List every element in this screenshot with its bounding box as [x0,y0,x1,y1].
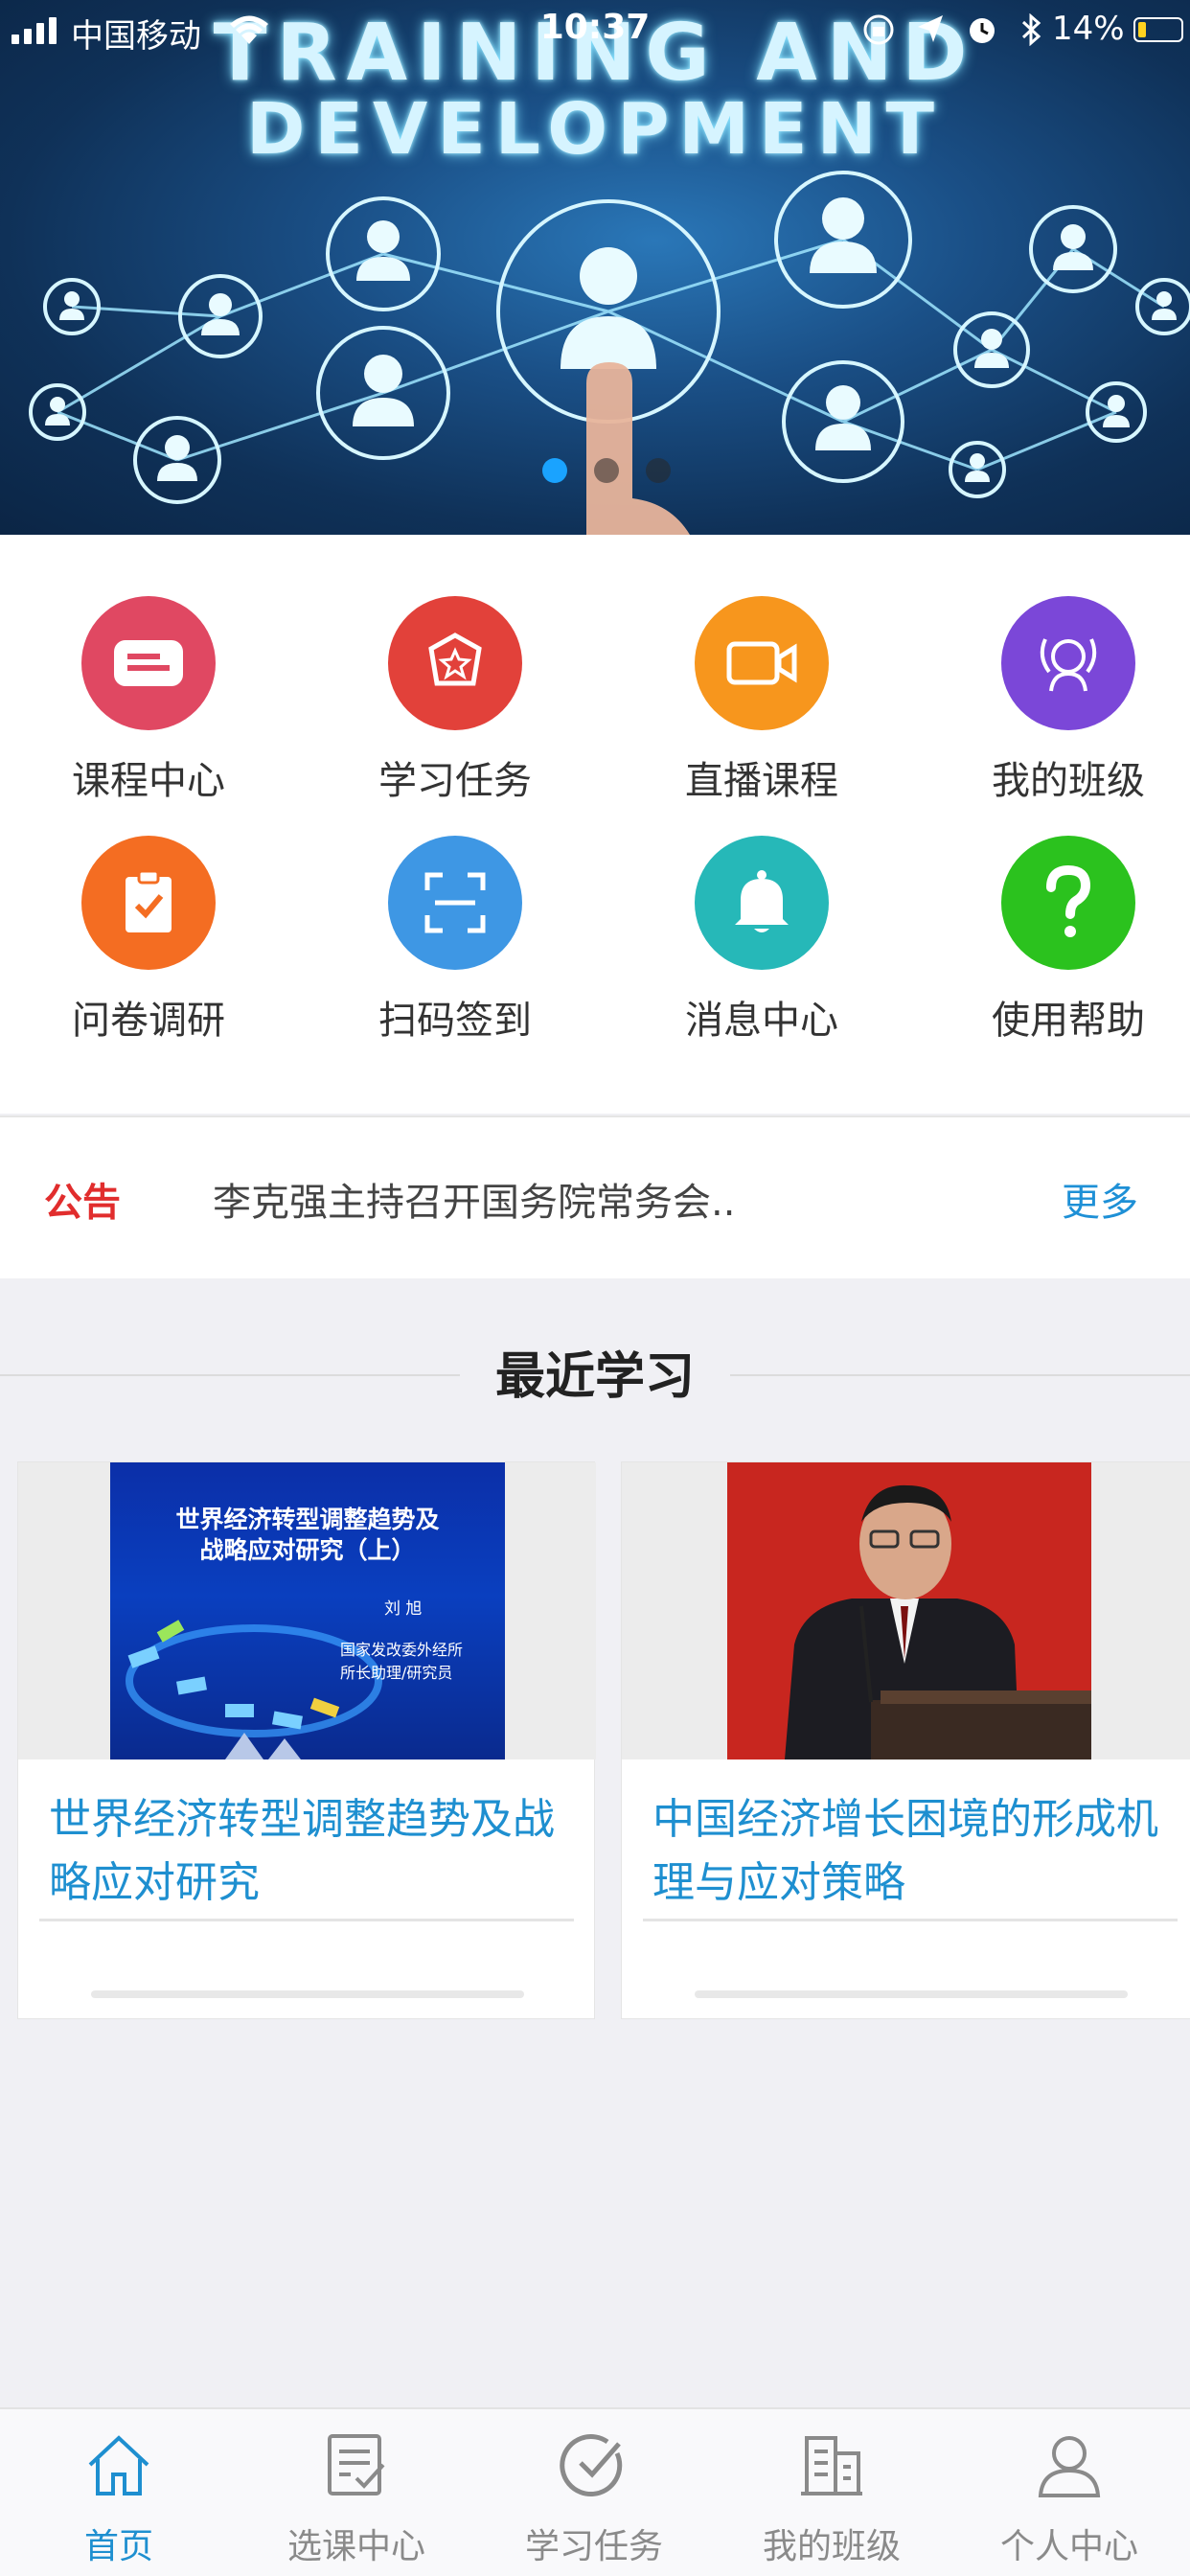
tab-course-select[interactable]: 选课中心 [238,2409,475,2576]
my-class-icon [1001,596,1135,730]
course-select-icon [328,2434,385,2496]
person-icon [1038,2436,1101,2497]
section-title: 最近学习 [466,1336,723,1408]
grid-item-survey[interactable]: 问卷调研 [0,836,297,1075]
rotation-lock-icon [863,14,894,45]
app-root: { "status_bar": { "carrier": "中国移动", "ti… [0,0,1190,2576]
tab-label: 个人中心 [999,2527,1138,2566]
slide-title-line2: 战略应对研究（上） [199,1536,416,1564]
grid-item-learning-task[interactable]: 学习任务 [307,596,604,836]
bottom-tab-bar: 首页 选课中心 学习任务 我的班级 个人中心 [0,2407,1190,2576]
grid-label: 我的班级 [992,759,1145,803]
grid-label: 课程中心 [72,759,225,803]
slide-thumbnail: 世界经济转型调整趋势及 战略应对研究（上） 刘 旭 国家发改委外经所 所长助理/… [110,1462,505,1760]
grid-label: 扫码签到 [378,999,532,1043]
feature-grid: 课程中心 学习任务 直播课程 我的班级 问卷调研 扫码签到 消息中心 使用帮助 [0,535,1190,1114]
section-header: 最近学习 [0,1336,1190,1408]
course-title: 中国经济增长困境的形成机理与应对策略 [652,1795,1158,1907]
grid-label: 学习任务 [378,759,532,803]
grid-item-course-center[interactable]: 课程中心 [0,596,297,836]
tab-label: 首页 [83,2527,153,2566]
tab-label: 学习任务 [524,2527,663,2566]
slide-role: 所长助理/研究员 [340,1664,453,1682]
task-check-icon [560,2434,623,2497]
home-icon [88,2435,149,2496]
slide-author: 刘 旭 [384,1599,423,1619]
tab-learning-task[interactable]: 学习任务 [475,2409,713,2576]
message-center-icon [695,836,829,970]
speaker-photo [727,1462,1091,1760]
grid-label: 消息中心 [685,999,838,1043]
alarm-icon [970,18,995,43]
learning-task-icon [388,596,522,730]
location-icon [918,15,943,42]
carousel-dot[interactable] [646,458,671,483]
building-icon [801,2436,862,2496]
grid-label: 问卷调研 [72,999,225,1043]
grid-item-scan-checkin[interactable]: 扫码签到 [307,836,604,1075]
progress-track [91,1990,524,1998]
slide-title-line1: 世界经济转型调整趋势及 [175,1506,440,1533]
tab-personal-center[interactable]: 个人中心 [950,2409,1188,2576]
announcement-tag: 公告 [44,1181,121,1225]
battery-icon [1133,17,1183,42]
tab-label: 我的班级 [762,2527,901,2566]
carousel-dot[interactable] [594,458,619,483]
grid-label: 使用帮助 [992,999,1145,1043]
announcement-bar: 公告 李克强主持召开国务院常务会.. 更多 [0,1116,1190,1278]
tab-home[interactable]: 首页 [0,2409,238,2576]
battery-percent: 14% [1052,10,1125,48]
bluetooth-icon [1021,13,1041,46]
progress-track [695,1990,1128,1998]
divider [39,1919,574,1921]
tab-my-class[interactable]: 我的班级 [713,2409,950,2576]
divider [643,1919,1178,1921]
carousel-dot[interactable] [542,458,567,483]
course-card[interactable]: 世界经济转型调整趋势及 战略应对研究（上） 刘 旭 国家发改委外经所 所长助理/… [17,1461,596,2019]
help-icon [1001,836,1135,970]
grid-item-message-center[interactable]: 消息中心 [613,836,910,1075]
grid-label: 直播课程 [685,759,838,803]
banner-title-line2: DEVELOPMENT [245,88,945,171]
course-title: 世界经济转型调整趋势及战略应对研究 [49,1795,555,1907]
announcement-text[interactable]: 李克强主持召开国务院常务会.. [213,1171,735,1227]
course-thumbnail [622,1462,1190,1760]
grid-item-live-course[interactable]: 直播课程 [613,596,910,836]
carousel-indicator [542,458,671,483]
tab-label: 选课中心 [286,2527,425,2566]
course-card[interactable]: 中国经济增长困境的形成机理与应对策略 [621,1461,1190,2019]
status-icons [862,13,1042,46]
survey-icon [81,836,216,970]
more-link[interactable]: 更多 [1062,1171,1138,1227]
grid-item-help[interactable]: 使用帮助 [920,836,1190,1075]
banner-carousel[interactable]: TRAINING AND DEVELOPMENT [0,0,1190,535]
status-bar: 中国移动 10:37 14% [0,0,1190,59]
scan-checkin-icon [388,836,522,970]
slide-org: 国家发改委外经所 [340,1641,464,1659]
grid-item-my-class[interactable]: 我的班级 [920,596,1190,836]
live-course-icon [695,596,829,730]
course-thumbnail: 世界经济转型调整趋势及 战略应对研究（上） 刘 旭 国家发改委外经所 所长助理/… [18,1462,596,1760]
course-center-icon [81,596,216,730]
